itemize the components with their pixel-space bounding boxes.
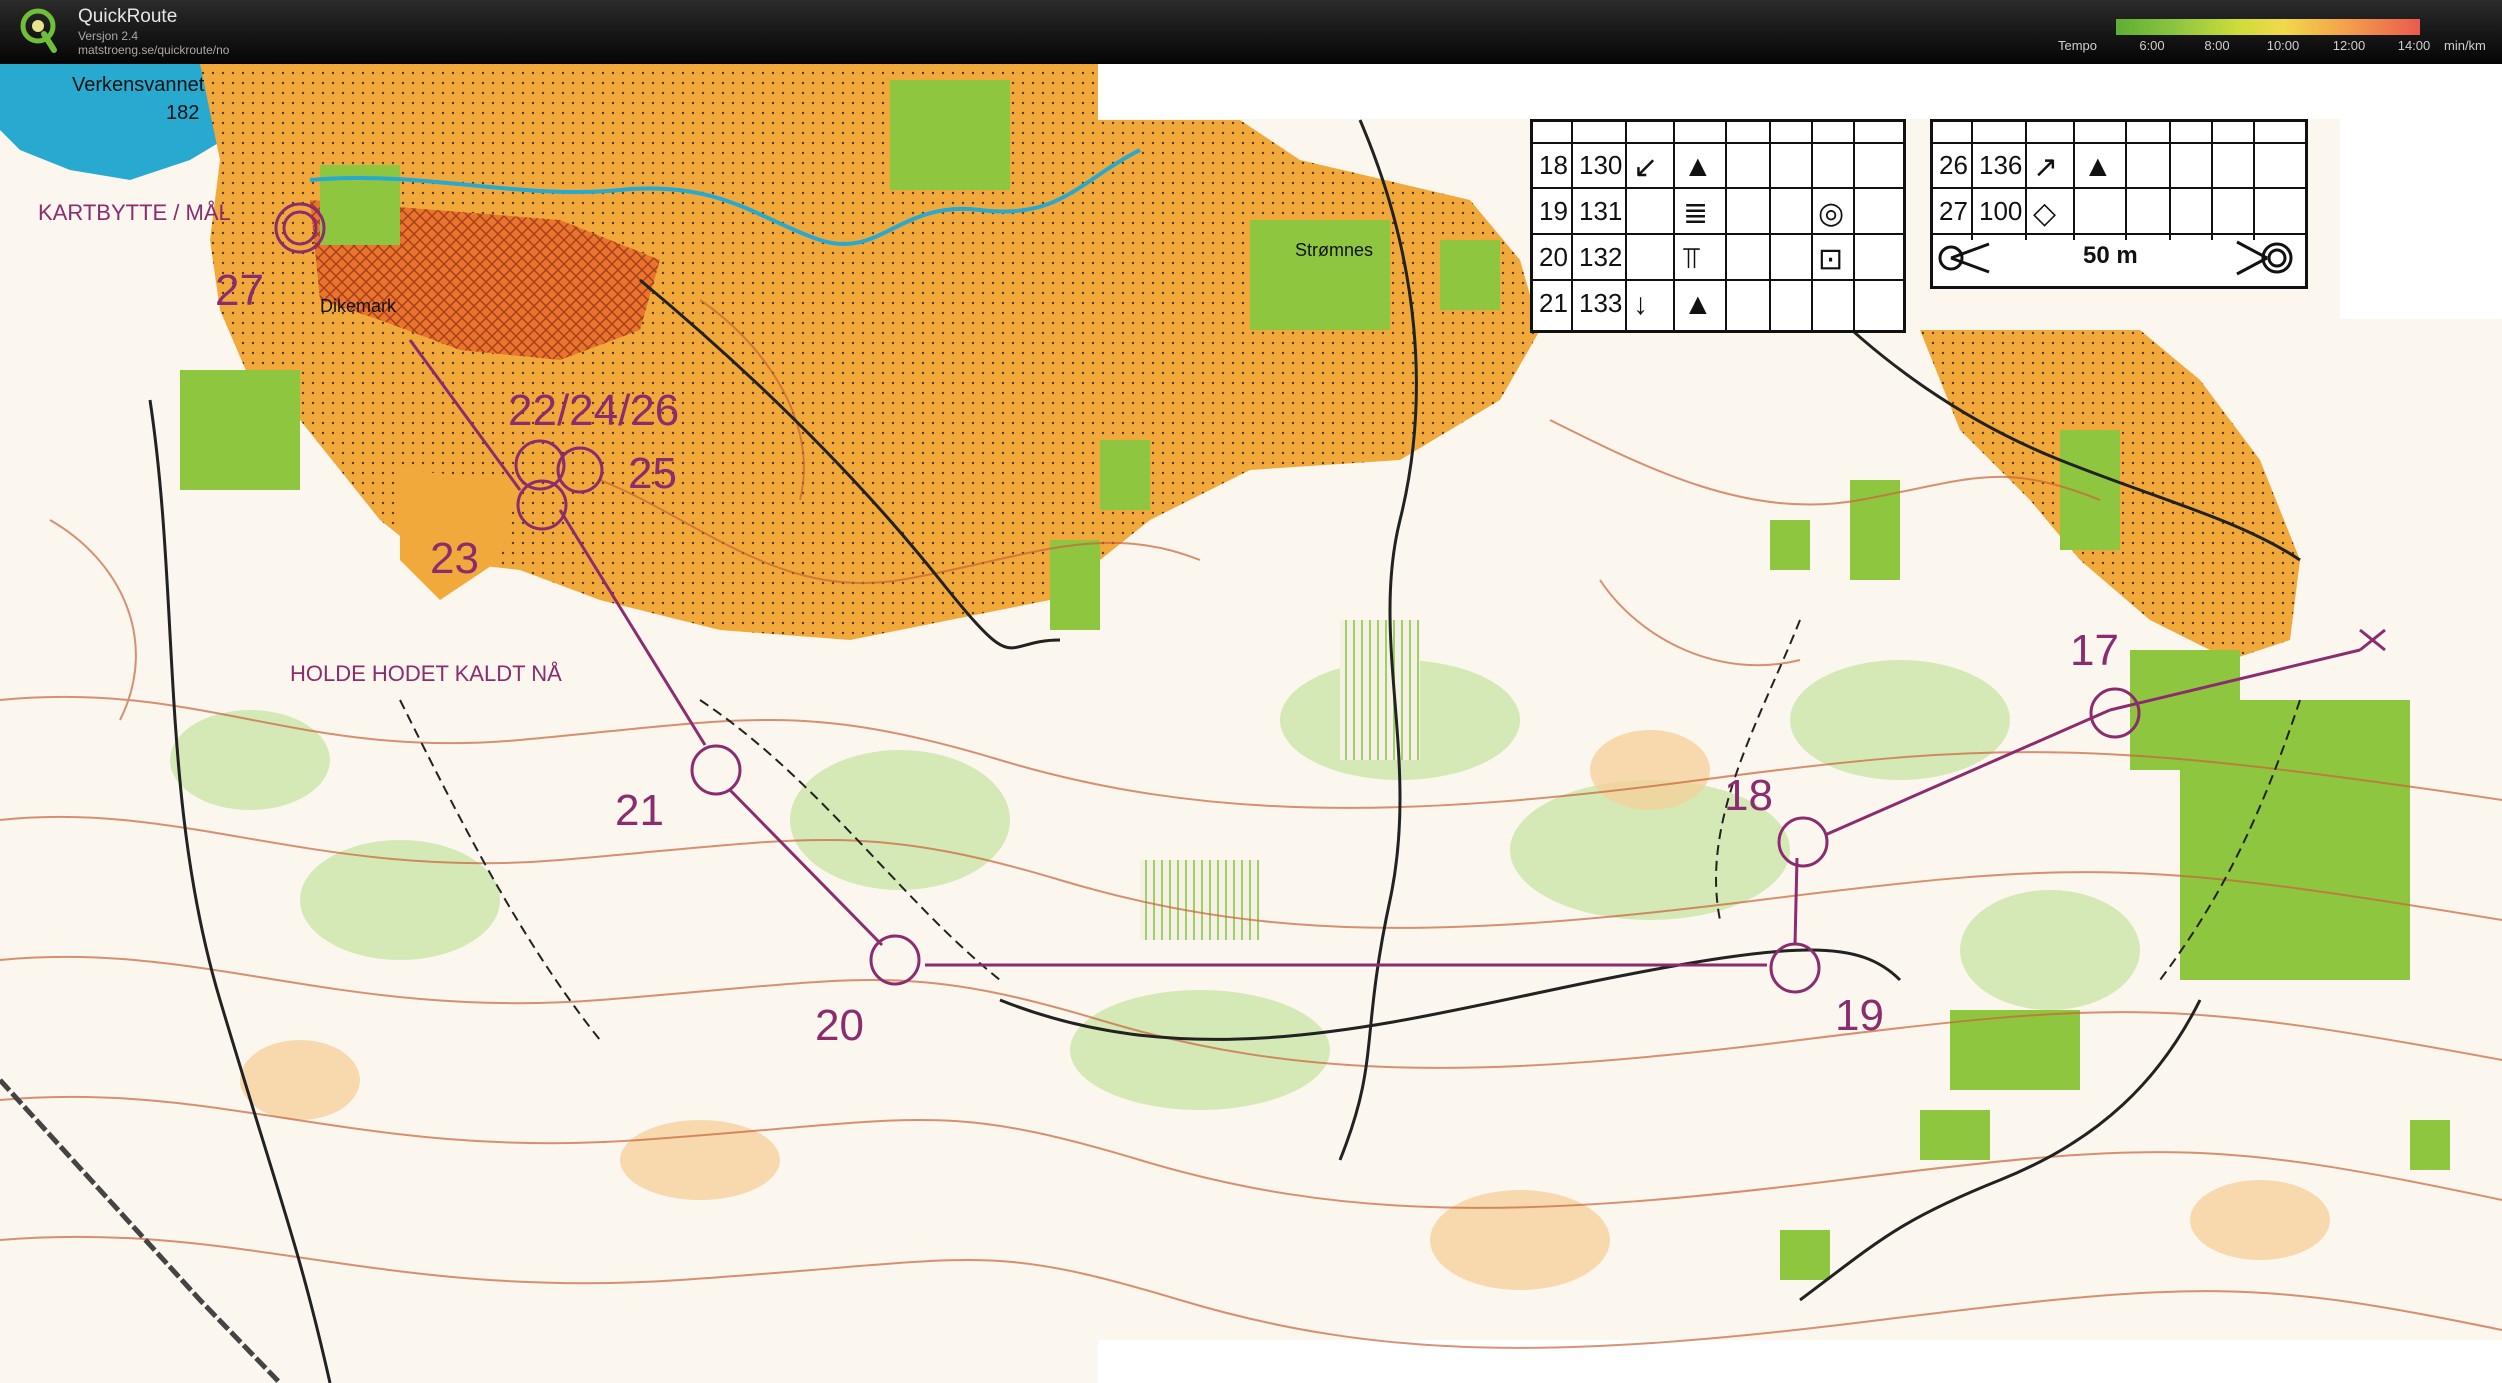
farm-label: Strømnes xyxy=(1295,240,1373,260)
tempo-unit: min/km xyxy=(2444,38,2486,53)
village-label: Dikemark xyxy=(320,296,397,316)
tempo-tick: 10:00 xyxy=(2266,38,2300,53)
cd-row: 21 133 ↓ ▲ xyxy=(1533,281,1903,325)
tempo-color-scale xyxy=(2116,19,2420,35)
cd-control-number: 27 xyxy=(1939,196,1968,226)
cd-control-number: 21 xyxy=(1539,288,1568,318)
cd-control-code: 132 xyxy=(1579,242,1623,272)
warning-label: HOLDE HODET KALDT NÅ xyxy=(290,661,562,686)
cd-control-code: 133 xyxy=(1579,288,1623,318)
control-description-sheet-right: 26 136 ↗ ▲ 27 100 ◇ 50 m xyxy=(1930,119,2308,289)
quickroute-logo-icon xyxy=(20,8,57,53)
cd-last-control-icon xyxy=(1938,242,1990,274)
control-label-27: 27 xyxy=(215,266,264,315)
tempo-tick: 8:00 xyxy=(2204,38,2230,53)
finish-icon xyxy=(2236,240,2293,276)
app-title: QuickRoute xyxy=(78,6,178,27)
cd-feature-icon: ◇ xyxy=(2033,197,2057,230)
tempo-tick: 14:00 xyxy=(2397,38,2431,53)
cd-feature-icon: ▲ xyxy=(1683,288,1713,321)
tempo-tick: 6:00 xyxy=(2139,38,2165,53)
paper-white-area xyxy=(1098,1340,2502,1383)
cd-finish-row: 50 m xyxy=(1933,235,2305,279)
cd-control-number: 26 xyxy=(1939,150,1968,180)
cd-direction-icon: ↙ xyxy=(1633,151,1659,184)
cd-row: 26 136 ↗ ▲ xyxy=(1933,143,2305,189)
cd-row: 19 131 ≣ ◎ xyxy=(1533,189,1903,235)
tempo-label: Tempo xyxy=(2058,38,2098,53)
cd-location-icon: ⊡ xyxy=(1818,243,1844,276)
lake-height-label: 182 xyxy=(166,102,199,124)
striped-vegetation xyxy=(1340,620,1420,760)
cd-row xyxy=(1533,122,1903,144)
tempo-tick: 12:00 xyxy=(2332,38,2366,53)
cd-control-code: 136 xyxy=(1979,150,2023,180)
cd-control-code: 131 xyxy=(1579,196,1623,226)
cd-feature-icon: ≣ xyxy=(1683,197,1709,230)
control-label-22-24-26: 22/24/26 xyxy=(508,386,679,435)
map-exchange-label: KARTBYTTE / MÅL xyxy=(38,200,231,225)
cd-row: 20 132 ⫪ ⊡ xyxy=(1533,235,1903,281)
cd-control-number: 18 xyxy=(1539,150,1568,180)
paper-white-area xyxy=(1098,64,2502,119)
control-description-sheet-left: 18 130 ↙ ▲ 19 131 ≣ ◎ 20 132 ⫪ ⊡ 21 133 … xyxy=(1530,119,1906,333)
cd-control-code: 100 xyxy=(1979,196,2023,226)
cd-direction-icon: ↓ xyxy=(1633,288,1648,321)
control-label-18: 18 xyxy=(1724,771,1773,820)
app-toolbar: QuickRoute Versjon 2.4 matstroeng.se/qui… xyxy=(0,0,2502,64)
control-label-19: 19 xyxy=(1835,991,1884,1040)
app-version: Versjon 2.4 xyxy=(78,29,139,43)
cd-control-number: 20 xyxy=(1539,242,1568,272)
cd-finish-distance: 50 m xyxy=(2083,242,2138,269)
control-label-20: 20 xyxy=(815,1001,864,1050)
cd-row: 27 100 ◇ xyxy=(1933,189,2305,235)
paper-white-area xyxy=(2340,119,2502,319)
cd-row: 18 130 ↙ ▲ xyxy=(1533,143,1903,189)
cd-row xyxy=(1933,122,2305,144)
cd-feature-icon: ▲ xyxy=(1683,150,1713,183)
app-url[interactable]: matstroeng.se/quickroute/no xyxy=(78,43,229,57)
cd-direction-icon: ↗ xyxy=(2033,151,2059,184)
cd-control-number: 19 xyxy=(1539,196,1568,226)
lake-name-label: Verkensvannet xyxy=(72,74,205,96)
cd-feature-icon: ⫪ xyxy=(1683,242,1700,275)
cd-control-code: 130 xyxy=(1579,150,1623,180)
control-label-21: 21 xyxy=(615,786,664,835)
cd-feature-icon: ▲ xyxy=(2083,150,2113,183)
cd-location-icon: ◎ xyxy=(1818,197,1845,230)
control-label-17: 17 xyxy=(2070,626,2119,675)
control-label-25: 25 xyxy=(628,449,677,498)
striped-vegetation xyxy=(1140,860,1260,940)
control-label-23: 23 xyxy=(430,534,479,583)
